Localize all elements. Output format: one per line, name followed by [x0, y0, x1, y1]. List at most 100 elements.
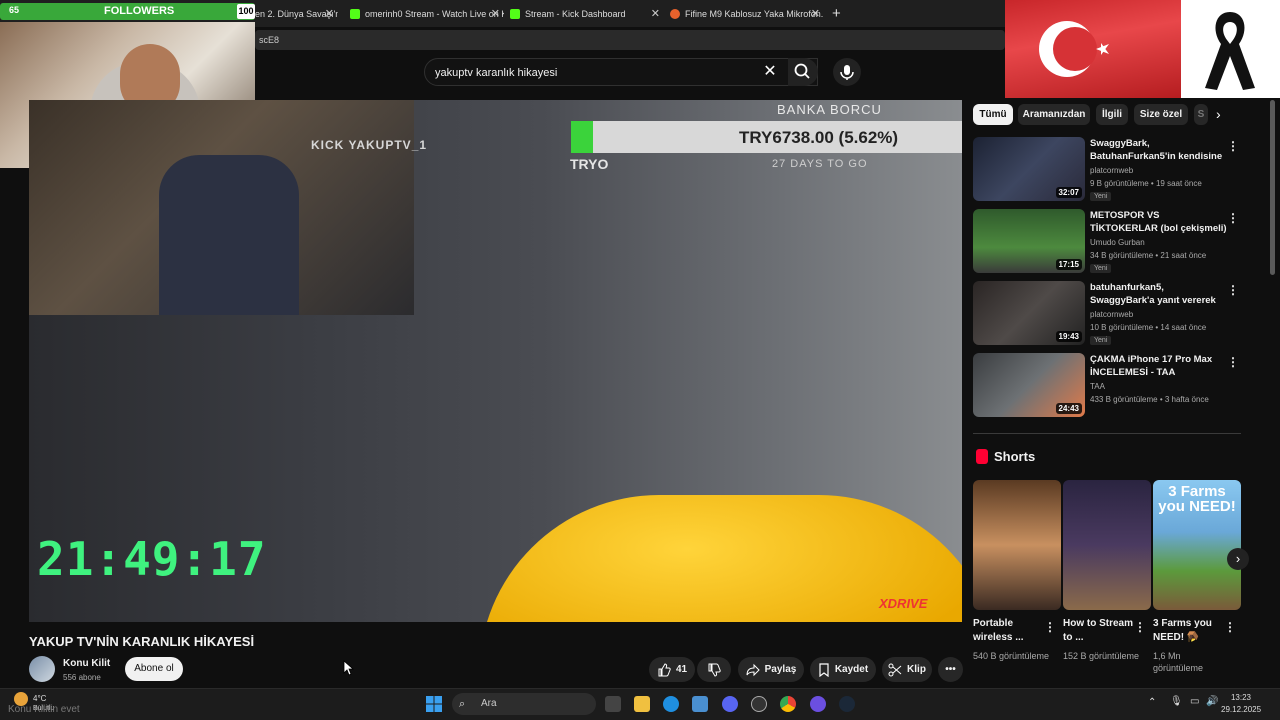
- share-button[interactable]: Paylaş: [738, 657, 804, 682]
- recommended-video[interactable]: 32:07 SwaggyBark, BatuhanFurkan5'in kend…: [973, 137, 1241, 201]
- more-actions-button[interactable]: •••: [938, 657, 963, 682]
- video-meta: 34 B görüntüleme • 21 saat önce: [1090, 251, 1207, 260]
- video-title[interactable]: SwaggyBark, BatuhanFurkan5'in kendisine …: [1090, 137, 1230, 163]
- short-thumbnail[interactable]: [973, 480, 1061, 610]
- kebab-menu-icon[interactable]: ⋮: [1044, 620, 1056, 634]
- video-title[interactable]: ÇAKMA iPhone 17 Pro Max İNCELEMESİ - TAA: [1090, 353, 1230, 379]
- clear-search-icon[interactable]: ✕: [760, 62, 780, 82]
- scissors-icon: [888, 663, 902, 676]
- windows-start-icon[interactable]: [426, 696, 442, 712]
- channel-name[interactable]: Umudo Gurban: [1090, 238, 1145, 247]
- followers-goal: 100: [237, 4, 255, 19]
- search-query-text: yakuptv karanlık hikayesi: [435, 67, 558, 79]
- short-title[interactable]: How to Stream to ...: [1063, 617, 1133, 645]
- turkish-flag-image: [1005, 0, 1181, 98]
- recommended-video[interactable]: 19:43 batuhanfurkan5, SwaggyBark'a yanıt…: [973, 281, 1241, 345]
- short-thumbnail[interactable]: [1063, 480, 1151, 610]
- new-tab-button[interactable]: +: [828, 0, 848, 27]
- chip-related[interactable]: İlgili: [1096, 104, 1128, 125]
- volume-icon[interactable]: 🔊: [1206, 696, 1218, 707]
- kick-channel-label: KICK YAKUPTV_1: [311, 138, 428, 152]
- channel-name[interactable]: platcornweb: [1090, 310, 1133, 319]
- chip-all[interactable]: Tümü: [973, 104, 1013, 125]
- like-button[interactable]: 41: [649, 657, 695, 682]
- tab-title: Fifine M9 Kablosuz Yaka Mikrofon...: [685, 8, 824, 19]
- channel-name[interactable]: platcornweb: [1090, 166, 1133, 175]
- kebab-menu-icon[interactable]: ⋮: [1227, 139, 1239, 153]
- recommended-video[interactable]: 24:43 ÇAKMA iPhone 17 Pro Max İNCELEMESİ…: [973, 353, 1241, 417]
- video-duration: 24:43: [1055, 403, 1082, 414]
- close-icon[interactable]: ✕: [651, 7, 660, 20]
- weather-temp[interactable]: 4°C: [33, 694, 46, 703]
- kebab-menu-icon[interactable]: ⋮: [1134, 620, 1146, 634]
- search-button[interactable]: [788, 58, 818, 86]
- chevron-right-icon[interactable]: ›: [1216, 106, 1221, 122]
- clock-date[interactable]: 29.12.2025: [1221, 705, 1261, 714]
- file-explorer-icon[interactable]: [634, 696, 650, 712]
- shorts-next-button[interactable]: ›: [1227, 548, 1249, 570]
- chevron-up-icon[interactable]: ⌃: [1148, 697, 1156, 708]
- new-badge: Yeni: [1090, 336, 1112, 345]
- dislike-button[interactable]: [697, 657, 731, 682]
- channel-avatar[interactable]: [29, 656, 55, 682]
- network-icon[interactable]: ▭: [1190, 696, 1199, 707]
- short-title[interactable]: 3 Farms you NEED! 🪤: [1153, 617, 1223, 645]
- watermark-logo: XDRIVE: [879, 596, 928, 611]
- channel-name[interactable]: Konu Kilit: [63, 658, 110, 669]
- edge-icon[interactable]: [663, 696, 679, 712]
- short-views: 540 B görüntüleme: [973, 651, 1050, 661]
- tab-title: Stream - Kick Dashboard: [525, 8, 626, 19]
- chip-more[interactable]: S: [1194, 104, 1208, 125]
- save-label: Kaydet: [834, 664, 869, 675]
- video-thumbnail[interactable]: 19:43: [973, 281, 1085, 345]
- video-title: YAKUP TV'NİN KARANLIK HİKAYESİ: [29, 634, 255, 649]
- taskbar-search[interactable]: Ara: [452, 693, 596, 715]
- tab-kick-stream[interactable]: omerinh0 Stream - Watch Live on Kic...✕: [346, 0, 504, 27]
- chrome-icon[interactable]: [780, 696, 796, 712]
- video-title[interactable]: METOSPOR VS TİKTOKERLAR (bol çekişmeli): [1090, 209, 1230, 235]
- obs-icon[interactable]: [751, 696, 767, 712]
- subscribe-button[interactable]: Abone ol: [125, 657, 183, 681]
- search-input[interactable]: yakuptv karanlık hikayesi: [424, 58, 818, 86]
- task-view-icon[interactable]: [605, 696, 621, 712]
- like-count: 41: [675, 664, 688, 675]
- tab-kick-dashboard[interactable]: Stream - Kick Dashboard ✕: [506, 0, 664, 27]
- kebab-menu-icon[interactable]: ⋮: [1227, 283, 1239, 297]
- discord-icon[interactable]: [722, 696, 738, 712]
- inset-person: [159, 155, 299, 315]
- search-icon: [794, 63, 810, 79]
- video-meta: 10 B görüntüleme • 14 saat önce: [1090, 323, 1207, 332]
- kebab-menu-icon[interactable]: ⋮: [1227, 211, 1239, 225]
- address-bar[interactable]: scE8: [255, 30, 1005, 50]
- chip-for-you[interactable]: Size özel: [1134, 104, 1188, 125]
- kebab-menu-icon[interactable]: ⋮: [1227, 355, 1239, 369]
- close-icon[interactable]: ✕: [325, 7, 334, 20]
- video-thumbnail[interactable]: 32:07: [973, 137, 1085, 201]
- microphone-tray-icon[interactable]: 🎙: [1170, 696, 1183, 707]
- video-player[interactable]: KICK YAKUPTV_1 BANKA BORCU TRY6738.00 (5…: [29, 100, 962, 622]
- tab-fifine-mic[interactable]: Fifine M9 Kablosuz Yaka Mikrofon... ✕: [666, 0, 824, 27]
- address-text: scE8: [259, 35, 280, 45]
- app-icon-purple[interactable]: [810, 696, 826, 712]
- close-icon[interactable]: ✕: [811, 7, 820, 20]
- video-meta: 433 B görüntüleme • 3 hafta önce: [1090, 395, 1209, 404]
- short-thumbnail[interactable]: 3 Farms you NEED!: [1153, 480, 1241, 610]
- close-icon[interactable]: ✕: [491, 7, 500, 20]
- clip-button[interactable]: Klip: [882, 657, 932, 682]
- clock-time[interactable]: 13:23: [1221, 693, 1261, 702]
- app-icon[interactable]: [692, 696, 708, 712]
- video-duration: 19:43: [1055, 331, 1082, 342]
- short-title[interactable]: Portable wireless ...: [973, 617, 1043, 645]
- video-thumbnail[interactable]: 24:43: [973, 353, 1085, 417]
- followers-label: FOLLOWERS: [104, 5, 175, 17]
- scrollbar[interactable]: [1270, 100, 1275, 275]
- recommended-video[interactable]: 17:15 METOSPOR VS TİKTOKERLAR (bol çekiş…: [973, 209, 1241, 273]
- steam-icon[interactable]: [839, 696, 855, 712]
- channel-name[interactable]: TAA: [1090, 382, 1105, 391]
- video-thumbnail[interactable]: 17:15: [973, 209, 1085, 273]
- chip-from-search[interactable]: Aramanızdan: [1018, 104, 1090, 125]
- kebab-menu-icon[interactable]: ⋮: [1224, 620, 1236, 634]
- voice-search-button[interactable]: [833, 58, 861, 86]
- video-title[interactable]: batuhanfurkan5, SwaggyBark'a yanıt verer…: [1090, 281, 1230, 307]
- save-button[interactable]: Kaydet: [810, 657, 876, 682]
